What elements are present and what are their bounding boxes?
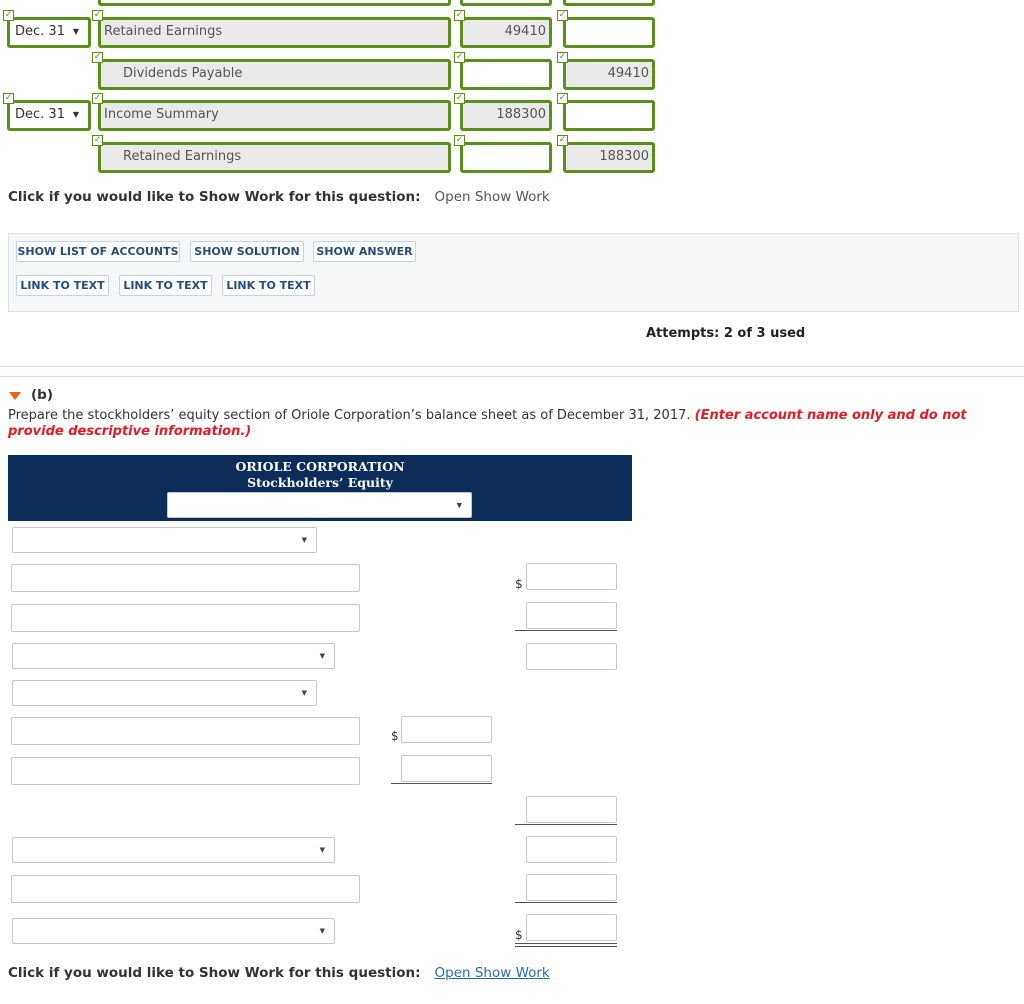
check-icon: ✓ <box>3 10 14 21</box>
account-field[interactable]: Dividends Payable <box>98 59 451 90</box>
amount-input[interactable] <box>526 563 617 590</box>
statement-date-select[interactable]: ▼ <box>167 492 472 518</box>
account-select[interactable]: ▼ <box>12 837 335 863</box>
link-to-text-button[interactable]: LINK TO TEXT <box>222 275 315 296</box>
account-field[interactable]: Retained Earnings <box>98 142 451 173</box>
debit-field[interactable]: 49410 <box>460 17 552 48</box>
check-icon: ✓ <box>92 93 103 104</box>
check-icon: ✓ <box>92 10 103 21</box>
dropdown-arrow-icon: ▼ <box>319 652 325 660</box>
account-name-input[interactable] <box>11 604 360 632</box>
check-icon: ✓ <box>557 52 568 63</box>
date-value: Dec. 31 <box>15 107 65 122</box>
amount-input[interactable] <box>526 602 617 629</box>
check-icon: ✓ <box>454 52 465 63</box>
amount-input[interactable] <box>401 716 492 743</box>
check-icon: ✓ <box>3 93 14 104</box>
show-work-prompt: Click if you would like to Show Work for… <box>8 965 708 981</box>
dropdown-arrow-icon: ▼ <box>456 500 462 510</box>
underline <box>515 630 617 631</box>
dropdown-arrow-icon: ▼ <box>319 846 325 854</box>
dropdown-arrow-icon: ▼ <box>301 536 307 544</box>
amount-input[interactable] <box>526 836 617 863</box>
currency-symbol: $ <box>515 928 523 942</box>
amount-input[interactable] <box>401 755 492 782</box>
open-show-work-link[interactable]: Open Show Work <box>435 189 550 205</box>
amount-input[interactable] <box>526 643 617 670</box>
underline <box>391 783 492 784</box>
debit-field[interactable] <box>460 59 552 90</box>
link-to-text-button[interactable]: LINK TO TEXT <box>119 275 212 296</box>
attempts-text: Attempts: 2 of 3 used <box>646 326 806 341</box>
open-show-work-link[interactable]: Open Show Work <box>435 965 550 981</box>
instructions: Prepare the stockholders’ equity section… <box>8 408 1008 440</box>
section-select[interactable]: ▼ <box>12 680 317 706</box>
section-divider <box>0 366 1024 367</box>
show-work-text: Click if you would like to Show Work for… <box>8 965 421 981</box>
check-icon: ✓ <box>454 93 465 104</box>
section-divider <box>0 376 1024 377</box>
underline <box>515 902 617 903</box>
account-field[interactable]: Income Summary <box>98 100 451 131</box>
statement-title: Stockholders’ Equity <box>247 475 393 490</box>
account-select[interactable]: ▼ <box>12 643 335 669</box>
link-to-text-button[interactable]: LINK TO TEXT <box>16 275 109 296</box>
check-icon: ✓ <box>92 52 103 63</box>
amount-input[interactable] <box>526 796 617 823</box>
date-value: Dec. 31 <box>15 24 65 39</box>
credit-field[interactable] <box>563 17 655 48</box>
account-field[interactable]: Retained Earnings <box>98 17 451 48</box>
total-amount-input[interactable] <box>526 914 617 941</box>
date-select[interactable]: Dec. 31 ▼ <box>7 100 91 131</box>
show-list-of-accounts-button[interactable]: SHOW LIST OF ACCOUNTS <box>16 241 180 262</box>
section-select[interactable]: ▼ <box>12 527 317 553</box>
credit-field[interactable]: 49410 <box>563 59 655 90</box>
check-icon: ✓ <box>92 135 103 146</box>
underline <box>515 824 617 825</box>
double-underline <box>515 943 617 944</box>
amount-input[interactable] <box>526 874 617 901</box>
dropdown-arrow-icon: ▼ <box>301 689 307 697</box>
action-panel: SHOW LIST OF ACCOUNTS SHOW SOLUTION SHOW… <box>8 233 1019 312</box>
currency-symbol: $ <box>515 577 523 591</box>
dropdown-arrow-icon: ▼ <box>319 927 325 935</box>
show-solution-button[interactable]: SHOW SOLUTION <box>190 241 304 262</box>
credit-field[interactable] <box>563 100 655 131</box>
account-name-input[interactable] <box>11 875 360 903</box>
check-icon: ✓ <box>557 93 568 104</box>
dropdown-arrow-icon: ▼ <box>72 110 79 119</box>
show-work-text: Click if you would like to Show Work for… <box>8 189 421 205</box>
credit-field[interactable]: 188300 <box>563 142 655 173</box>
check-icon: ✓ <box>454 10 465 21</box>
date-select[interactable]: Dec. 31 ▼ <box>7 17 91 48</box>
dropdown-arrow-icon: ▼ <box>72 27 79 36</box>
account-name-input[interactable] <box>11 757 360 785</box>
show-answer-button[interactable]: SHOW ANSWER <box>313 241 416 262</box>
part-label: (b) <box>31 387 54 403</box>
collapse-triangle-icon[interactable] <box>9 392 21 400</box>
check-icon: ✓ <box>454 135 465 146</box>
statement-header: ORIOLE CORPORATION Stockholders’ Equity … <box>8 455 632 521</box>
show-work-prompt: Click if you would like to Show Work for… <box>8 189 708 205</box>
debit-field[interactable]: 188300 <box>460 100 552 131</box>
instruction-text: Prepare the stockholders’ equity section… <box>8 408 691 423</box>
company-name: ORIOLE CORPORATION <box>235 459 405 474</box>
debit-field[interactable] <box>460 142 552 173</box>
currency-symbol: $ <box>391 729 399 743</box>
total-select[interactable]: ▼ <box>12 918 335 944</box>
account-name-input[interactable] <box>11 717 360 745</box>
check-icon: ✓ <box>557 135 568 146</box>
account-name-input[interactable] <box>11 564 360 592</box>
double-underline <box>515 946 617 947</box>
journal-row: Dec. 31 ▼ ✓ Retained Earnings ✓ 49410 ✓ ✓… <box>0 0 660 185</box>
check-icon: ✓ <box>557 10 568 21</box>
